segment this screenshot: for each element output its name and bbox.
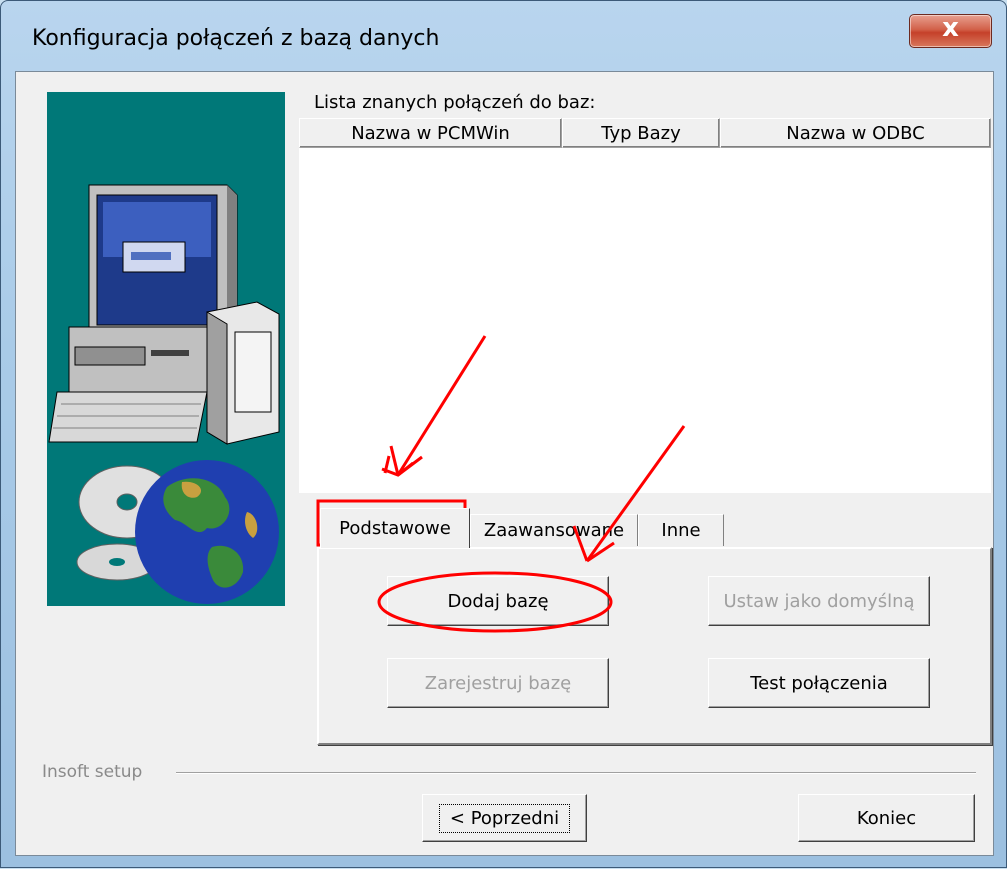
previous-button[interactable]: < Poprzedni <box>422 794 587 842</box>
tab-zaawansowane[interactable]: Zaawansowane <box>470 514 638 546</box>
dialog-client-area: Lista znanych połączeń do baz: Nazwa w P… <box>15 71 994 856</box>
column-header-db-type[interactable]: Typ Bazy <box>562 118 720 148</box>
set-default-button[interactable]: Ustaw jako domyślną <box>708 576 930 626</box>
setup-illustration <box>47 92 285 606</box>
computer-globe-illustration <box>48 184 280 604</box>
footer-divider <box>176 772 976 774</box>
dialog-window: Konfiguracja połączeń z bazą danych x Li… <box>0 0 1007 868</box>
previous-button-label: < Poprzedni <box>438 803 571 833</box>
column-header-odbc-name[interactable]: Nazwa w ODBC <box>720 118 991 148</box>
test-connection-button[interactable]: Test połączenia <box>708 658 930 708</box>
connections-list-header: Nazwa w PCMWin Typ Bazy Nazwa w ODBC <box>299 118 991 148</box>
close-button[interactable]: x <box>909 13 992 48</box>
title-bar[interactable]: Konfiguracja połączeń z bazą danych x <box>1 1 1006 76</box>
finish-button[interactable]: Koniec <box>798 794 975 842</box>
add-database-button[interactable]: Dodaj bazę <box>387 576 609 626</box>
footer-group-label: Insoft setup <box>42 762 151 782</box>
column-header-pcmwin-name[interactable]: Nazwa w PCMWin <box>299 118 562 148</box>
tab-podstawowe[interactable]: Podstawowe <box>320 508 470 548</box>
register-database-button[interactable]: Zarejestruj bazę <box>387 658 609 708</box>
connections-list[interactable]: Nazwa w PCMWin Typ Bazy Nazwa w ODBC <box>299 118 991 493</box>
window-title: Konfiguracja połączeń z bazą danych <box>32 26 440 51</box>
connections-list-caption: Lista znanych połączeń do baz: <box>314 92 596 113</box>
tab-inne[interactable]: Inne <box>638 514 724 546</box>
close-icon: x <box>942 13 959 43</box>
